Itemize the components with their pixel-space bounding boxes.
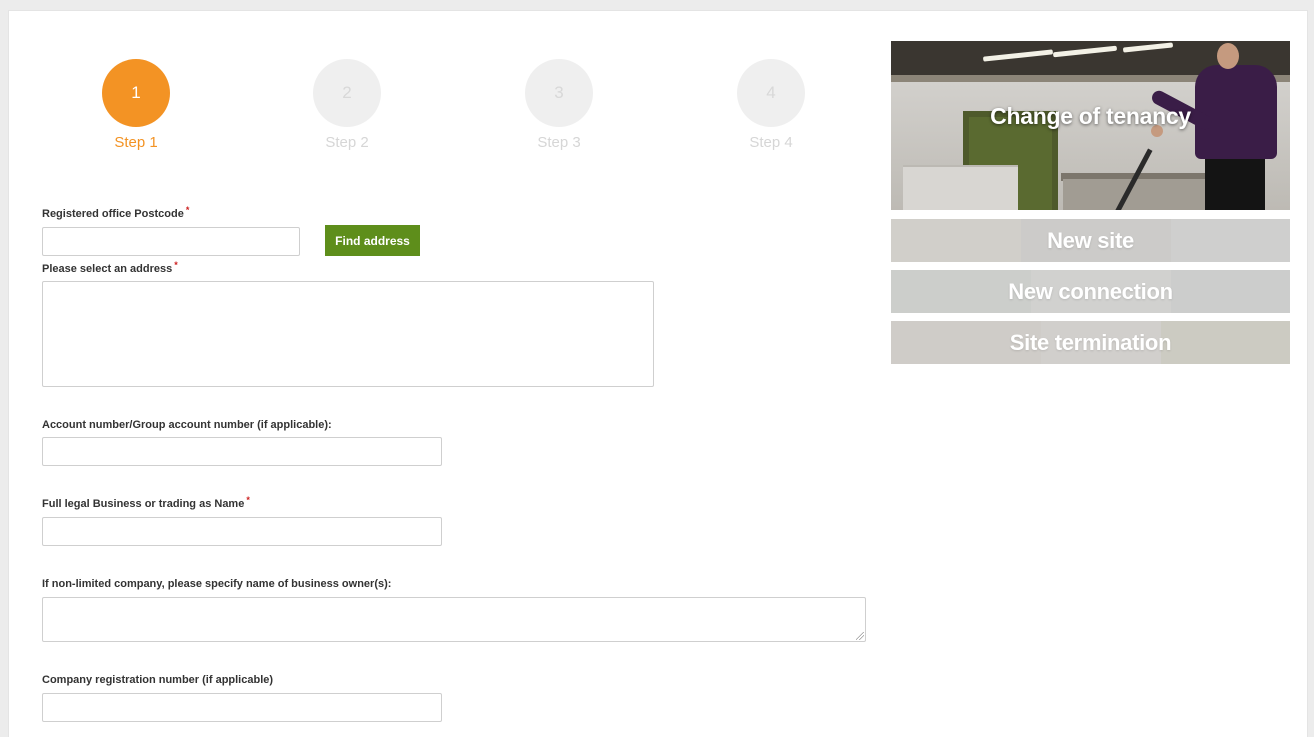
site-termination-label: Site termination xyxy=(1009,330,1172,355)
worker-legs xyxy=(1205,153,1265,210)
postcode-label-text: Registered office Postcode xyxy=(42,208,184,220)
find-address-button[interactable]: Find address xyxy=(325,225,420,256)
new-site-label: New site xyxy=(1047,228,1134,253)
hero-bench xyxy=(1063,179,1213,210)
step-3-label: Step 3 xyxy=(537,134,581,151)
address-label: Please select an address * xyxy=(42,260,178,275)
company-reg-label-text: Company registration number (if applicab… xyxy=(42,674,274,686)
worker-head xyxy=(1217,43,1239,69)
account-number-label: Account number/Group account number (if … xyxy=(42,419,332,431)
new-site-tab[interactable]: New site xyxy=(891,219,1290,262)
change-of-tenancy-banner[interactable]: Change of tenancy xyxy=(891,41,1290,210)
hero-crate xyxy=(903,165,1018,210)
required-marker: * xyxy=(174,260,178,270)
change-of-tenancy-label: Change of tenancy xyxy=(990,103,1191,129)
form-page: 1 Step 1 2 Step 2 3 Step 3 4 Step 4 Regi… xyxy=(8,10,1308,737)
address-label-text: Please select an address xyxy=(42,263,173,275)
step-4-circle: 4 xyxy=(737,59,805,127)
business-name-input[interactable] xyxy=(42,517,442,546)
step-4-label: Step 4 xyxy=(749,134,793,151)
step-2-label: Step 2 xyxy=(325,134,369,151)
required-marker: * xyxy=(246,495,250,505)
address-select[interactable] xyxy=(42,281,654,387)
step-1-label: Step 1 xyxy=(114,134,158,151)
site-termination-tab[interactable]: Site termination xyxy=(891,321,1290,364)
business-owner-textarea[interactable] xyxy=(42,597,866,642)
business-name-label-text: Full legal Business or trading as Name xyxy=(42,498,245,510)
step-4[interactable]: 4 Step 4 xyxy=(731,59,811,151)
step-3[interactable]: 3 Step 3 xyxy=(519,59,599,151)
postcode-input[interactable] xyxy=(42,227,300,256)
step-1-circle: 1 xyxy=(102,59,170,127)
account-number-label-text: Account number/Group account number (if … xyxy=(42,419,332,431)
new-connection-label: New connection xyxy=(1008,279,1173,304)
step-2[interactable]: 2 Step 2 xyxy=(307,59,387,151)
account-number-input[interactable] xyxy=(42,437,442,466)
required-marker: * xyxy=(185,205,190,215)
company-reg-label: Company registration number (if applicab… xyxy=(42,674,273,686)
business-owner-label-text: If non-limited company, please specify n… xyxy=(42,578,392,590)
step-2-circle: 2 xyxy=(313,59,381,127)
business-owner-label: If non-limited company, please specify n… xyxy=(42,578,391,590)
resize-handle-icon[interactable] xyxy=(856,632,864,640)
postcode-label: Registered office Postcode * xyxy=(42,205,190,220)
company-reg-input[interactable] xyxy=(42,693,442,722)
step-3-circle: 3 xyxy=(525,59,593,127)
step-1[interactable]: 1 Step 1 xyxy=(96,59,176,151)
new-connection-tab[interactable]: New connection xyxy=(891,270,1290,313)
business-name-label: Full legal Business or trading as Name * xyxy=(42,495,250,510)
